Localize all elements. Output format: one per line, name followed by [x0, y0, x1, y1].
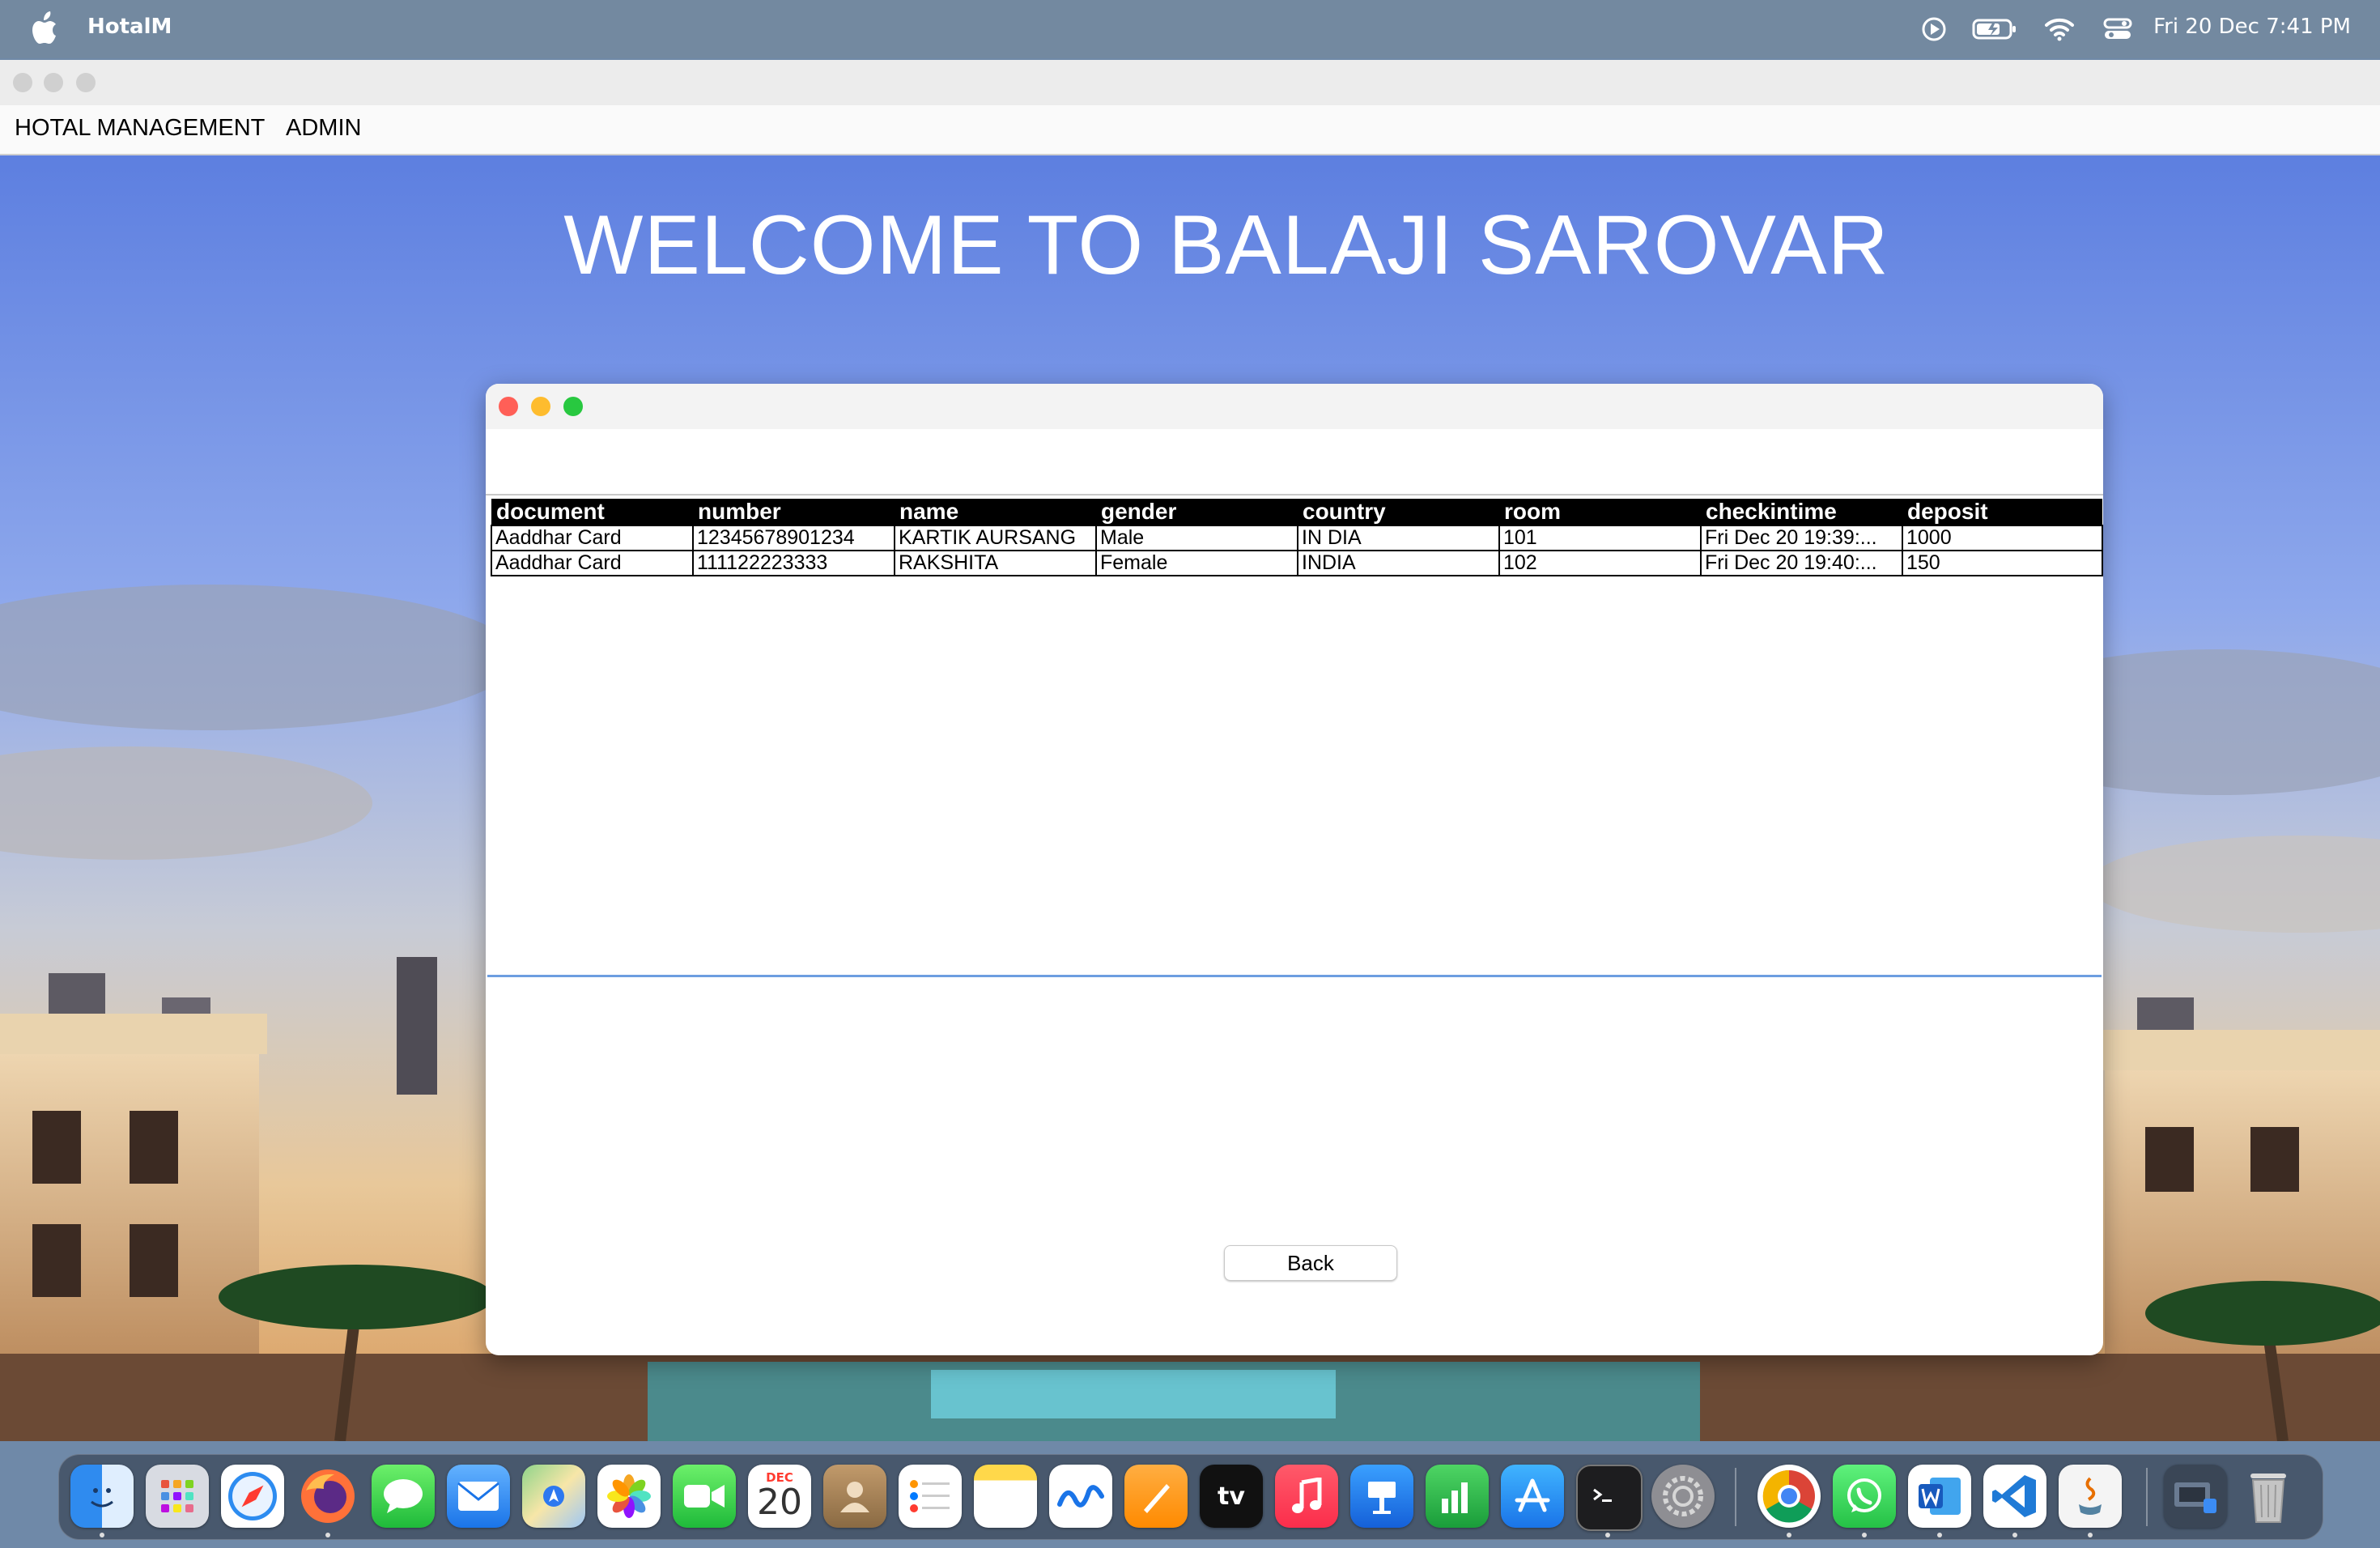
- music-icon[interactable]: [1275, 1465, 1338, 1528]
- system-settings-icon[interactable]: [1651, 1465, 1715, 1528]
- dock-separator: [1735, 1468, 1736, 1526]
- play-circle-icon[interactable]: [1920, 11, 1948, 47]
- chrome-icon[interactable]: [1757, 1465, 1821, 1528]
- calendar-day: 20: [757, 1482, 802, 1523]
- macos-menu-bar: HotalM Fri 20 Dec 7:41 PM: [0, 0, 2380, 58]
- dialog-close-button[interactable]: [499, 397, 518, 416]
- table-cell[interactable]: 101: [1498, 525, 1702, 551]
- downloads-icon[interactable]: [2164, 1465, 2227, 1528]
- table-cell[interactable]: KARTIK AURSANG: [894, 525, 1097, 551]
- table-header-row: document number name gender country room…: [491, 499, 2102, 525]
- column-header-number[interactable]: number: [693, 499, 895, 525]
- battery-icon[interactable]: [1972, 11, 2017, 47]
- table-cell[interactable]: 111122223333: [692, 550, 895, 576]
- column-header-deposit[interactable]: deposit: [1902, 499, 2102, 525]
- menu-admin[interactable]: ADMIN: [286, 115, 361, 142]
- dialog-zoom-button[interactable]: [563, 397, 583, 416]
- back-button[interactable]: Back: [1224, 1245, 1397, 1281]
- trash-icon[interactable]: [2237, 1465, 2300, 1528]
- table-cell[interactable]: Aaddhar Card: [491, 525, 694, 551]
- launchpad-icon[interactable]: [146, 1465, 209, 1528]
- dialog-minimize-button[interactable]: [531, 397, 550, 416]
- column-header-name[interactable]: name: [895, 499, 1096, 525]
- firefox-icon[interactable]: [296, 1465, 359, 1528]
- table-cell[interactable]: Fri Dec 20 19:40:...: [1700, 550, 1903, 576]
- appstore-icon[interactable]: [1501, 1465, 1564, 1528]
- table-cell[interactable]: 150: [1902, 550, 2103, 576]
- menu-bar-clock[interactable]: Fri 20 Dec 7:41 PM: [2153, 15, 2351, 39]
- table-cell[interactable]: RAKSHITA: [894, 550, 1097, 576]
- window-minimize-button[interactable]: [44, 73, 63, 92]
- window-zoom-button[interactable]: [76, 73, 96, 92]
- customer-info-dialog: document number name gender country room…: [486, 384, 2103, 1355]
- mail-icon[interactable]: [447, 1465, 510, 1528]
- menu-hotal-management[interactable]: HOTAL MANAGEMENT: [15, 115, 265, 142]
- column-header-gender[interactable]: gender: [1096, 499, 1298, 525]
- table-cell[interactable]: 12345678901234: [692, 525, 895, 551]
- running-indicator: [2012, 1533, 2017, 1537]
- running-indicator: [1937, 1533, 1942, 1537]
- app-menu-bar: HOTAL MANAGEMENT ADMIN: [0, 105, 2380, 155]
- maps-icon[interactable]: [522, 1465, 585, 1528]
- running-indicator: [100, 1533, 104, 1537]
- safari-icon[interactable]: [221, 1465, 284, 1528]
- finder-icon[interactable]: [70, 1465, 134, 1528]
- java-icon[interactable]: [2059, 1465, 2122, 1528]
- table-cell[interactable]: INDIA: [1297, 550, 1500, 576]
- column-header-document[interactable]: document: [491, 499, 693, 525]
- dock-separator: [2146, 1468, 2148, 1526]
- window-titlebar[interactable]: [0, 60, 2380, 106]
- customer-table-scrollpane[interactable]: document number name gender country room…: [487, 495, 2103, 977]
- messages-icon[interactable]: [372, 1465, 435, 1528]
- table-cell[interactable]: Female: [1095, 550, 1298, 576]
- terminal-icon[interactable]: [1576, 1465, 1643, 1531]
- table-cell[interactable]: 102: [1498, 550, 1702, 576]
- running-indicator: [1605, 1533, 1610, 1537]
- contacts-icon[interactable]: [823, 1465, 886, 1528]
- running-indicator: [2088, 1533, 2093, 1537]
- column-header-checkintime[interactable]: checkintime: [1701, 499, 1902, 525]
- column-header-country[interactable]: country: [1298, 499, 1499, 525]
- table-row[interactable]: Aaddhar Card 12345678901234 KARTIK AURSA…: [491, 525, 2103, 551]
- running-indicator: [1787, 1533, 1791, 1537]
- macos-dock: DEC 20 tv: [58, 1454, 2323, 1540]
- table-cell[interactable]: Male: [1095, 525, 1298, 551]
- reminders-icon[interactable]: [899, 1465, 962, 1528]
- keynote-icon[interactable]: [1350, 1465, 1413, 1528]
- dialog-header-area: [486, 429, 2103, 495]
- apple-logo-icon[interactable]: [31, 11, 63, 47]
- table-row[interactable]: Aaddhar Card 111122223333 RAKSHITA Femal…: [491, 550, 2103, 576]
- hotel-app-window: HOTAL MANAGEMENT ADMIN WELCOME TO BALAJI…: [0, 60, 2380, 1441]
- whatsapp-icon[interactable]: [1833, 1465, 1896, 1528]
- customer-table[interactable]: document number name gender country room…: [491, 499, 2103, 576]
- freeform-icon[interactable]: [1049, 1465, 1112, 1528]
- dialog-titlebar[interactable]: [486, 384, 2103, 430]
- photos-icon[interactable]: [597, 1465, 661, 1528]
- running-indicator: [325, 1533, 330, 1537]
- notes-icon[interactable]: [974, 1465, 1037, 1528]
- table-cell[interactable]: IN DIA: [1297, 525, 1500, 551]
- welcome-heading: WELCOME TO BALAJI SAROVAR: [563, 198, 1889, 292]
- table-cell[interactable]: Aaddhar Card: [491, 550, 694, 576]
- control-center-icon[interactable]: [2103, 11, 2132, 47]
- table-cell[interactable]: Fri Dec 20 19:39:...: [1700, 525, 1903, 551]
- calendar-icon[interactable]: DEC 20: [748, 1465, 811, 1528]
- numbers-icon[interactable]: [1426, 1465, 1489, 1528]
- window-close-button[interactable]: [13, 73, 32, 92]
- table-cell[interactable]: 1000: [1902, 525, 2103, 551]
- word-icon[interactable]: [1908, 1465, 1971, 1528]
- facetime-icon[interactable]: [673, 1465, 736, 1528]
- column-header-room[interactable]: room: [1499, 499, 1701, 525]
- pages-icon[interactable]: [1124, 1465, 1188, 1528]
- running-indicator: [1862, 1533, 1867, 1537]
- vscode-icon[interactable]: [1983, 1465, 2046, 1528]
- active-app-name[interactable]: HotalM: [87, 15, 172, 39]
- wifi-icon[interactable]: [2043, 11, 2076, 47]
- appletv-icon[interactable]: tv: [1200, 1465, 1263, 1528]
